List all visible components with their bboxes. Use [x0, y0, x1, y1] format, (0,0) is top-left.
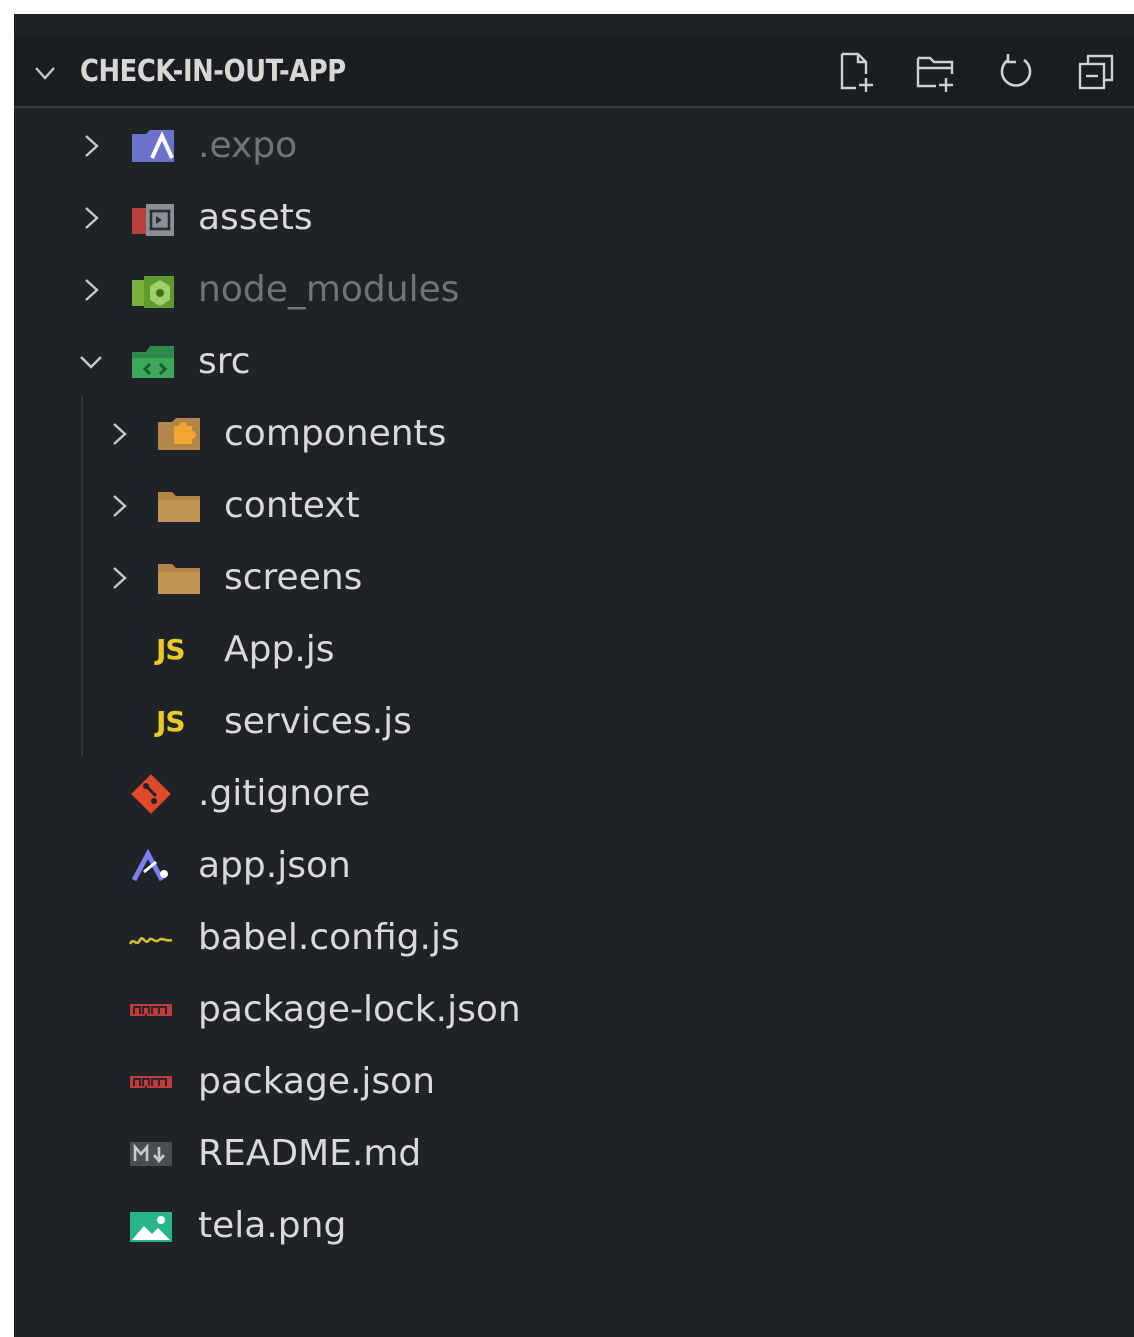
tree-item-src[interactable]: src [14, 326, 1134, 398]
tree-item-label: .expo [198, 125, 298, 166]
chevron-right-icon [85, 135, 99, 157]
components-folder-icon [158, 418, 200, 450]
tree-item-assets[interactable]: assets [14, 182, 1134, 254]
project-title: CHECK-IN-OUT-APP [80, 54, 346, 89]
tree-item-label: README.md [198, 1133, 422, 1174]
tree-item-gitignore[interactable]: .gitignore [14, 758, 1134, 830]
new-folder-icon[interactable] [914, 50, 958, 94]
expo-folder-icon [132, 130, 174, 162]
tree-item-label: .gitignore [198, 773, 371, 814]
tree-item-label: tela.png [198, 1205, 347, 1246]
chevron-right-icon [85, 279, 99, 301]
tree-item-babel-config[interactable]: babel.config.js [14, 902, 1134, 974]
tree-item-label: App.js [224, 629, 335, 670]
tree-item-node-modules[interactable]: node_modules [14, 254, 1134, 326]
tree-item-context[interactable]: context [14, 470, 1134, 542]
tree-item-app-js[interactable]: JS App.js [14, 614, 1134, 686]
chevron-right-icon [113, 423, 127, 445]
npm-icon [130, 1004, 172, 1018]
node-folder-icon [132, 276, 174, 308]
explorer-header[interactable]: CHECK-IN-OUT-APP [14, 36, 1134, 108]
markdown-icon [130, 1142, 172, 1166]
chevron-right-icon [113, 567, 127, 589]
tree-item-services-js[interactable]: JS services.js [14, 686, 1134, 758]
chevron-right-icon [113, 495, 127, 517]
folder-icon [158, 564, 200, 594]
expo-icon [131, 848, 168, 882]
tree-item-package-lock[interactable]: package-lock.json [14, 974, 1134, 1046]
npm-icon [130, 1076, 172, 1090]
tree-item-package-json[interactable]: package.json [14, 1046, 1134, 1118]
git-icon [131, 774, 171, 814]
chevron-down-icon[interactable] [30, 58, 60, 88]
chevron-down-icon [80, 356, 102, 369]
tree-item-readme[interactable]: README.md [14, 1118, 1134, 1190]
tree-item-screens[interactable]: screens [14, 542, 1134, 614]
babel-icon [128, 937, 173, 945]
tree-item-tela-png[interactable]: tela.png [14, 1190, 1134, 1262]
tree-item-app-json[interactable]: app.json [14, 830, 1134, 902]
image-icon [130, 1212, 172, 1242]
refresh-icon[interactable] [994, 50, 1038, 94]
folder-icon [158, 492, 200, 522]
js-file-icon: JS [156, 633, 186, 666]
tree-item-label: package-lock.json [198, 989, 521, 1030]
tree-item-components[interactable]: components [14, 398, 1134, 470]
tree-item-label: context [224, 485, 360, 526]
chevron-right-icon [85, 207, 99, 229]
assets-folder-icon [132, 204, 174, 236]
tree-item-label: screens [224, 557, 363, 598]
tree-item-expo[interactable]: .expo [14, 110, 1134, 182]
explorer-panel: CHECK-IN-OUT-APP .expo assets node_modul… [14, 14, 1134, 1337]
tree-item-label: babel.config.js [198, 917, 460, 958]
new-file-icon[interactable] [834, 50, 878, 94]
tree-item-label: node_modules [198, 269, 460, 310]
tree-item-label: app.json [198, 845, 351, 886]
collapse-all-icon[interactable] [1074, 50, 1118, 94]
js-file-icon: JS [156, 705, 186, 738]
src-folder-icon [132, 346, 174, 378]
tree-item-label: package.json [198, 1061, 436, 1102]
tree-item-label: assets [198, 197, 313, 238]
tree-item-label: components [224, 413, 447, 454]
tree-item-label: src [198, 341, 251, 382]
tree-item-label: services.js [224, 701, 412, 742]
